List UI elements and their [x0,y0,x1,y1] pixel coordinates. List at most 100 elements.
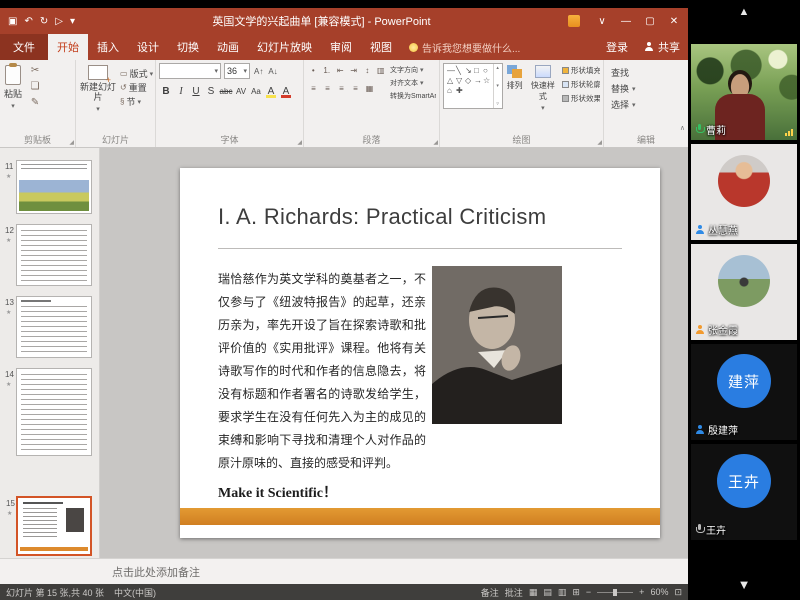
zoom-out-button[interactable]: − [586,587,591,597]
grow-font-button[interactable]: A↑ [253,67,264,76]
thumbnail-slide-12[interactable]: 12 ★ [16,224,92,286]
format-painter-button[interactable]: ✎ [26,95,44,110]
reset-button[interactable]: ↺ 重置 [120,81,153,94]
paragraph-dialog-launcher-icon[interactable]: ◢ [433,139,438,146]
cut-button[interactable]: ✂ [26,63,44,78]
highlight-color-button[interactable]: A [264,83,278,99]
strikethrough-button[interactable]: abc [219,83,233,99]
convert-smartart-button[interactable]: 转换为SmartArt ▾ [390,91,436,101]
shape-plus-icon[interactable]: ✚ [456,86,462,95]
columns-button[interactable]: ▥ [375,63,388,78]
tab-design[interactable]: 设计 [128,34,168,60]
view-slideshow-icon[interactable]: ⊞ [572,587,580,598]
clipboard-dialog-launcher-icon[interactable]: ◢ [69,139,74,146]
current-slide[interactable]: I. A. Richards: Practical Criticism 瑞恰慈作… [180,168,660,538]
shape-diamond-icon[interactable]: ◇ [465,76,471,85]
slide-body-text[interactable]: 瑞恰慈作为英文学科的奠基者之一，不仅参与了《纽波特报告》的起草，还亲历亲为，率先… [218,268,426,475]
view-slide-sorter-icon[interactable]: ▤ [543,587,552,598]
quick-styles-button[interactable]: 快速样式 ▾ [527,63,559,114]
start-slideshow-icon[interactable]: ▷ [55,16,63,27]
shapes-gallery[interactable]: — ╲ ↘ □ ○ △ ▽ ◇ → ☆ ⌂ ✚ ▴ ▾ ▿ [443,63,503,109]
shape-line-icon[interactable]: — [447,66,453,75]
tab-home[interactable]: 开始 [48,34,88,60]
fit-to-window-icon[interactable]: ⊡ [674,587,682,598]
redo-icon[interactable]: ↻ [40,16,48,27]
shape-diagonal-icon[interactable]: ╲ [456,66,462,75]
share-button[interactable]: 共享 [636,39,688,55]
align-left-button[interactable]: ≡ [307,81,320,96]
scroll-down-icon[interactable]: ▼ [688,577,800,592]
zoom-level[interactable]: 60% [650,587,668,597]
shapes-gallery-scrollbar[interactable]: ▴ ▾ ▿ [493,64,502,108]
arrange-button[interactable]: 排列 [506,63,524,114]
shape-home-icon[interactable]: ⌂ [447,86,453,95]
tab-view[interactable]: 视图 [361,34,401,60]
tab-transitions[interactable]: 切换 [168,34,208,60]
participant-tile[interactable]: 王卉 王卉 [691,444,797,540]
line-spacing-button[interactable]: ↕ [361,63,374,78]
slide-footer-note[interactable]: Make it Scientific！ [218,482,337,502]
section-button[interactable]: § 节 ▾ [120,95,153,108]
notes-toggle-button[interactable]: 备注 [481,586,499,599]
align-text-button[interactable]: 对齐文本 ▾ [390,78,436,88]
view-reading-icon[interactable]: ▥ [558,587,567,598]
minimize-button[interactable]: — [614,8,638,34]
gallery-more-icon[interactable]: ▿ [496,101,499,107]
bullets-button[interactable]: • [307,63,320,78]
text-shadow-button[interactable]: S [204,83,218,99]
tell-me-box[interactable]: 告诉我您想要做什么... [409,40,520,55]
layout-button[interactable]: ▭ 版式 ▾ [120,67,153,80]
tab-file[interactable]: 文件 [0,34,48,60]
character-spacing-button[interactable]: AV [234,83,248,99]
gallery-up-icon[interactable]: ▴ [496,65,499,71]
shape-star-icon[interactable]: ☆ [483,76,489,85]
bold-button[interactable]: B [159,83,173,99]
font-dialog-launcher-icon[interactable]: ◢ [297,139,302,146]
shape-arrow-icon[interactable]: ↘ [465,66,471,75]
align-right-button[interactable]: ≡ [335,81,348,96]
ribbon-display-options-button[interactable]: ∨ [590,8,614,34]
tab-insert[interactable]: 插入 [88,34,128,60]
select-button[interactable]: 选择 ▾ [611,98,685,111]
paste-button[interactable]: 粘贴 ▾ [3,63,23,112]
font-size-combobox[interactable]: 36 ▾ [224,63,250,79]
save-icon[interactable]: ▣ [8,16,17,27]
shape-right-arrow-icon[interactable]: → [474,76,480,85]
new-slide-button[interactable]: 新建幻灯片 ▾ [79,63,117,115]
thumbnail-slide-13[interactable]: 13 ★ [16,296,92,358]
participant-tile[interactable]: 建萍 殷建萍 [691,344,797,440]
language-indicator[interactable]: 中文(中国) [114,586,156,599]
shape-outline-button[interactable]: 形状轮廓 [562,79,600,90]
slide-thumbnail-panel[interactable]: 11 ★ 12 ★ 13 ★ 14 ★ 15 [0,148,100,558]
replace-button[interactable]: 替换 ▾ [611,82,685,95]
thumbnail-slide-14[interactable]: 14 ★ [16,368,92,456]
view-normal-icon[interactable]: ▦ [529,587,538,598]
shape-triangle-down-icon[interactable]: ▽ [456,76,462,85]
gallery-down-icon[interactable]: ▾ [496,83,499,89]
text-direction-button[interactable]: 文字方向 ▾ [390,65,436,75]
notes-pane[interactable]: 点击此处添加备注 [0,558,688,584]
numbering-button[interactable]: 1. [321,63,334,78]
copy-button[interactable]: ❏ [26,79,44,94]
zoom-in-button[interactable]: + [639,587,644,597]
shrink-font-button[interactable]: A↓ [267,67,278,76]
participant-tile-video[interactable]: 曹莉 [691,44,797,140]
shape-oval-icon[interactable]: ○ [483,66,489,75]
thumbnail-slide-15-selected[interactable]: 15 ★ [16,496,92,556]
align-center-button[interactable]: ≡ [321,81,334,96]
shape-effects-button[interactable]: 形状效果 [562,93,600,104]
zoom-slider[interactable] [597,592,633,593]
find-button[interactable]: 查找 [611,66,685,79]
comments-toggle-button[interactable]: 批注 [505,586,523,599]
participant-tile[interactable]: 丛慧燕 [691,144,797,240]
add-table-button[interactable]: ▦ [363,81,376,96]
tab-slideshow[interactable]: 幻灯片放映 [248,34,321,60]
participant-tile[interactable]: 张金霞 [691,244,797,340]
font-color-button[interactable]: A [279,83,293,99]
shape-rectangle-icon[interactable]: □ [474,66,480,75]
slide-title[interactable]: I. A. Richards: Practical Criticism [218,204,546,230]
underline-button[interactable]: U [189,83,203,99]
shape-fill-button[interactable]: 形状填充 [562,65,600,76]
tab-review[interactable]: 审阅 [321,34,361,60]
italic-button[interactable]: I [174,83,188,99]
